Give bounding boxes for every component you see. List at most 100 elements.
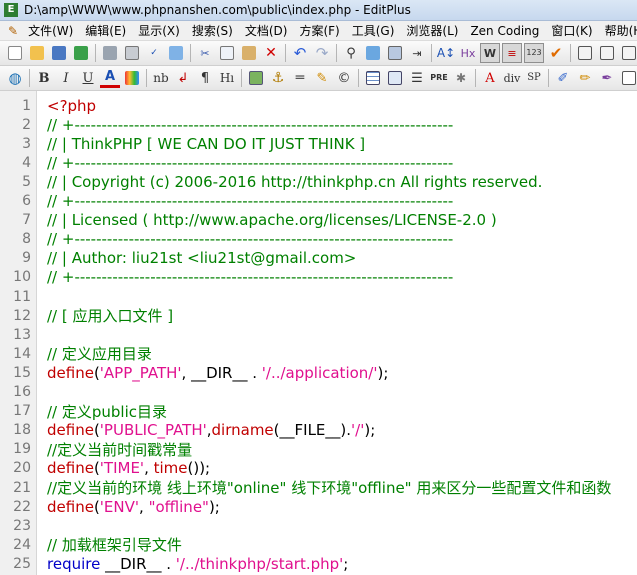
cut-icon[interactable]: ✂ xyxy=(195,43,215,63)
code-line[interactable]: 20 define('TIME', time()); xyxy=(0,459,637,478)
code-line[interactable]: 4 // +-----------------------------------… xyxy=(0,153,637,172)
save-all-icon[interactable] xyxy=(71,43,91,63)
code-token: ); xyxy=(377,363,389,382)
code-line[interactable]: 7 // | Licensed ( http://www.apache.org/l… xyxy=(0,211,637,230)
bold-button[interactable]: B xyxy=(34,68,54,88)
menu-window[interactable]: 窗口(K) xyxy=(545,21,598,40)
table-icon[interactable] xyxy=(363,68,383,88)
menu-tools[interactable]: 工具(G) xyxy=(346,21,401,40)
list-icon[interactable]: ☰ xyxy=(407,68,427,88)
code-line[interactable]: 2 // +-----------------------------------… xyxy=(0,115,637,134)
paragraph-button[interactable]: ¶ xyxy=(195,68,215,88)
code-line[interactable]: 15 define('APP_PATH', __DIR__ . '/../appl… xyxy=(0,363,637,382)
menu-project[interactable]: 方案(F) xyxy=(293,21,345,40)
code-token: time xyxy=(153,459,188,478)
code-line[interactable]: 19 //定义当前时间戳常量 xyxy=(0,440,637,459)
line-number-icon[interactable]: ≡ xyxy=(502,43,522,63)
nbsp-button[interactable]: nb xyxy=(151,68,171,88)
open-folder-icon[interactable] xyxy=(27,43,47,63)
font-size-icon[interactable]: A↕ xyxy=(436,43,456,63)
output-window-icon[interactable] xyxy=(597,43,617,63)
menu-document[interactable]: 文档(D) xyxy=(239,21,294,40)
code-editor[interactable]: 1 <?php 2 // +-----------------------------… xyxy=(0,91,637,575)
paste-icon[interactable] xyxy=(239,43,259,63)
code-line[interactable]: 23 xyxy=(0,516,637,535)
css-edit-icon[interactable]: ✐ xyxy=(553,68,573,88)
color-picker-icon[interactable]: ✒ xyxy=(597,68,617,88)
underline-button[interactable]: U xyxy=(78,68,98,88)
menu-search[interactable]: 搜索(S) xyxy=(186,21,239,40)
proofread-icon[interactable] xyxy=(166,43,186,63)
color-palette-icon[interactable] xyxy=(122,68,142,88)
code-line[interactable]: 6 // +-----------------------------------… xyxy=(0,192,637,211)
directory-window-icon[interactable] xyxy=(575,43,595,63)
clear-icon[interactable] xyxy=(619,68,637,88)
code-line[interactable]: 12 // [ 应用入口文件 ] xyxy=(0,306,637,325)
menu-zen-coding[interactable]: Zen Coding xyxy=(464,21,545,40)
code-token: , xyxy=(139,497,149,516)
code-line[interactable]: 11 xyxy=(0,287,637,306)
code-line[interactable]: 18 define('PUBLIC_PATH',dirname(__FILE__)… xyxy=(0,421,637,440)
delete-icon[interactable]: ✕ xyxy=(261,43,281,63)
browser-icon[interactable]: ◍ xyxy=(5,68,25,88)
code-text: // | Licensed ( http://www.apache.org/li… xyxy=(47,211,497,229)
menu-file[interactable]: 文件(W) xyxy=(22,21,79,40)
find-in-files-icon[interactable] xyxy=(385,43,405,63)
menu-view[interactable]: 显示(X) xyxy=(132,21,186,40)
check-icon[interactable]: ✔ xyxy=(546,43,566,63)
code-line[interactable]: 3 // | ThinkPHP [ WE CAN DO IT JUST THINK… xyxy=(0,134,637,153)
replace-icon[interactable] xyxy=(363,43,383,63)
menu-bar: ✎ 文件(W) 编辑(E) 显示(X) 搜索(S) 文档(D) 方案(F) 工具… xyxy=(0,21,637,41)
code-line[interactable]: 22 define('ENV', "offline"); xyxy=(0,497,637,516)
menu-help[interactable]: 帮助(H) xyxy=(599,21,637,40)
menu-browser[interactable]: 浏览器(L) xyxy=(400,21,464,40)
cliptext-window-icon[interactable] xyxy=(619,43,637,63)
redo-icon[interactable]: ↷ xyxy=(312,43,332,63)
copy-icon[interactable] xyxy=(217,43,237,63)
menu-edit[interactable]: 编辑(E) xyxy=(79,21,132,40)
font-a-icon[interactable]: A xyxy=(480,68,500,88)
italic-button[interactable]: I xyxy=(56,68,76,88)
new-file-icon[interactable] xyxy=(5,43,25,63)
code-line[interactable]: 14 // 定义应用目录 xyxy=(0,344,637,363)
code-line[interactable]: 13 xyxy=(0,325,637,344)
image-icon[interactable] xyxy=(246,68,266,88)
code-line[interactable]: 5 // | Copyright (c) 2006-2016 http://thi… xyxy=(0,172,637,191)
pre-button[interactable]: PRE xyxy=(429,68,449,88)
comment-icon[interactable]: ✱ xyxy=(451,68,471,88)
code-line[interactable]: 24 // 加载框架引导文件 xyxy=(0,535,637,554)
spellcheck-icon[interactable]: ✓ xyxy=(144,43,164,63)
code-line[interactable]: 25 require __DIR__ . '/../thinkphp/start.… xyxy=(0,554,637,573)
word-wrap-icon[interactable]: W xyxy=(480,43,500,63)
line-number: 9 xyxy=(22,250,31,267)
code-line[interactable]: 17 // 定义public目录 xyxy=(0,402,637,421)
save-icon[interactable] xyxy=(49,43,69,63)
code-line[interactable]: 21 //定义当前的环境 线上环境"online" 线下环境"offline" 用… xyxy=(0,478,637,497)
heading-button[interactable]: Hı xyxy=(217,68,237,88)
column-ruler-icon[interactable]: 123 xyxy=(524,43,544,63)
anchor-icon[interactable]: ⚓ xyxy=(268,68,288,88)
heading-icon[interactable]: Hx xyxy=(458,43,478,63)
code-line[interactable]: 10 // +----------------------------------… xyxy=(0,268,637,287)
code-line[interactable]: 8 // +-----------------------------------… xyxy=(0,230,637,249)
print-preview-icon[interactable] xyxy=(122,43,142,63)
code-line[interactable]: 9 // | Author: liu21st <liu21st@gmail.com… xyxy=(0,249,637,268)
undo-icon[interactable]: ↶ xyxy=(290,43,310,63)
code-line[interactable]: 1 <?php xyxy=(0,96,637,115)
goto-line-icon[interactable]: ⇥ xyxy=(407,43,427,63)
pencil-edit-icon[interactable]: ✎ xyxy=(312,68,332,88)
code-token: __DIR__ . xyxy=(100,554,176,573)
line-number: 17 xyxy=(13,403,31,420)
code-line[interactable]: 16 xyxy=(0,383,637,402)
copyright-icon[interactable]: © xyxy=(334,68,354,88)
div-button[interactable]: div xyxy=(502,68,522,88)
find-icon[interactable]: ⚲ xyxy=(341,43,361,63)
font-color-button[interactable]: A xyxy=(100,68,120,88)
print-icon[interactable] xyxy=(100,43,120,63)
span-button[interactable]: SP xyxy=(524,68,544,88)
form-icon[interactable] xyxy=(385,68,405,88)
toolbar-separator xyxy=(190,44,191,62)
line-break-icon[interactable]: ↲ xyxy=(173,68,193,88)
marker-icon[interactable]: ✏ xyxy=(575,68,595,88)
horizontal-rule-icon[interactable]: ═ xyxy=(290,68,310,88)
